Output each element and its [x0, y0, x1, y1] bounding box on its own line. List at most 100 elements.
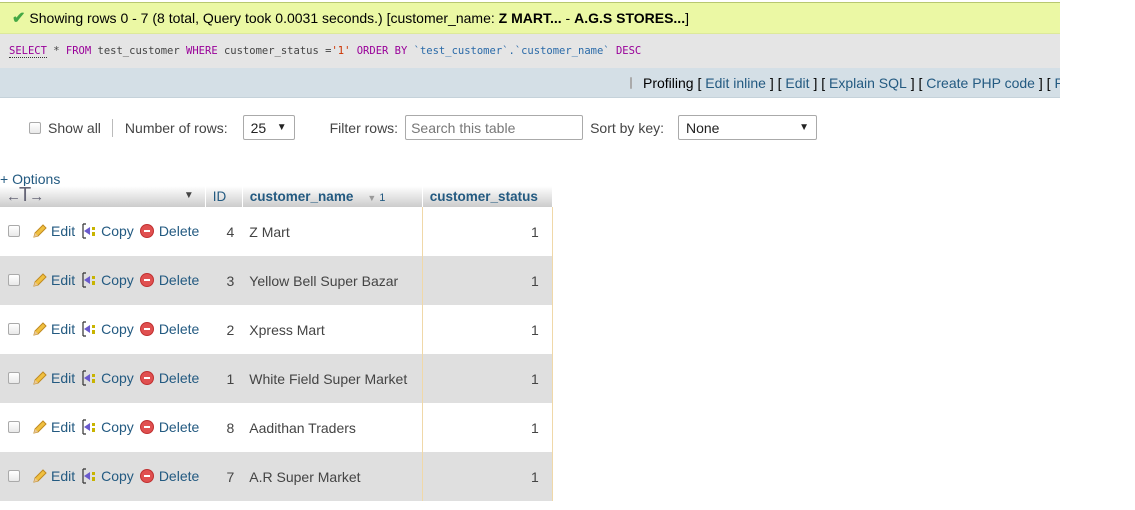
copy-row-button[interactable]: Copy [81, 223, 134, 239]
column-resize-arrows-icon[interactable]: ←T→ [6, 184, 44, 207]
delete-row-button[interactable]: Delete [139, 272, 199, 288]
table-row: Edit Copy Delete 1 White Field Super Mar… [0, 354, 553, 403]
row-actions: Edit Copy Delete [0, 305, 206, 354]
table-header-row: ←T→ ▼ ID customer_name ▼ 1 customer_status [0, 184, 553, 207]
delete-icon [139, 273, 154, 287]
copy-row-button[interactable]: Copy [81, 419, 134, 435]
copy-row-button[interactable]: Copy [81, 468, 134, 484]
cell-customer-name[interactable]: Aadithan Traders [242, 403, 423, 452]
cell-customer-name[interactable]: Xpress Mart [242, 305, 423, 354]
chevron-down-icon: ▼ [799, 122, 809, 133]
copy-row-button[interactable]: Copy [81, 272, 134, 288]
copy-icon [82, 223, 96, 239]
cell-customer-status[interactable]: 1 [421, 452, 553, 501]
edit-inline-link[interactable]: Edit inline [705, 75, 766, 91]
sql-select-keyword[interactable]: SELECT [9, 45, 47, 58]
refresh-link[interactable]: Refresh [1054, 75, 1060, 91]
pencil-icon [33, 371, 47, 385]
row-checkbox[interactable] [8, 470, 20, 482]
cell-customer-name[interactable]: White Field Super Market [242, 354, 423, 403]
edit-row-button[interactable]: Edit [32, 468, 75, 484]
table-row: Edit Copy Delete 7 A.R Super Market 1 [0, 452, 553, 501]
pencil-icon [33, 224, 47, 238]
chevron-down-icon[interactable]: ▼ [184, 190, 194, 201]
pencil-icon [33, 273, 47, 287]
cell-customer-status[interactable]: 1 [421, 354, 553, 403]
filter-rows-input[interactable]: Search this table [405, 115, 584, 140]
delete-icon [139, 322, 154, 336]
explain-sql-link[interactable]: Explain SQL [829, 75, 907, 91]
delete-row-button[interactable]: Delete [139, 223, 199, 239]
delete-row-button[interactable]: Delete [139, 468, 199, 484]
edit-row-button[interactable]: Edit [32, 419, 75, 435]
rows-label: Number of rows: [124, 119, 228, 136]
edit-row-button[interactable]: Edit [32, 272, 75, 288]
filter-label: Filter rows: [329, 119, 399, 136]
cell-id[interactable]: 7 [205, 452, 243, 501]
cell-customer-name[interactable]: Yellow Bell Super Bazar [242, 256, 423, 305]
pencil-icon [33, 469, 47, 483]
row-actions: Edit Copy Delete [0, 403, 206, 452]
row-checkbox[interactable] [8, 274, 20, 286]
pencil-icon [33, 420, 47, 434]
cell-id[interactable]: 1 [205, 354, 243, 403]
cell-id[interactable]: 2 [205, 305, 243, 354]
copy-icon [82, 419, 96, 435]
row-checkbox[interactable] [8, 323, 20, 335]
row-checkbox[interactable] [8, 372, 20, 384]
delete-icon [139, 371, 154, 385]
query-success-message: ✔ Showing rows 0 - 7 (8 total, Query too… [0, 2, 1060, 34]
edit-row-button[interactable]: Edit [32, 370, 75, 386]
delete-row-button[interactable]: Delete [139, 321, 199, 337]
copy-icon [82, 321, 96, 337]
delete-row-button[interactable]: Delete [139, 370, 199, 386]
edit-link[interactable]: Edit [785, 75, 809, 91]
delete-row-button[interactable]: Delete [139, 419, 199, 435]
show-all-checkbox[interactable] [29, 121, 41, 134]
cell-customer-name[interactable]: Z Mart [242, 207, 423, 256]
row-checkbox[interactable] [8, 421, 20, 433]
column-header-id[interactable]: ID [205, 186, 243, 207]
divider [111, 118, 113, 137]
copy-icon [82, 468, 96, 484]
table-row: Edit Copy Delete 4 Z Mart 1 [0, 207, 553, 256]
cell-customer-status[interactable]: 1 [421, 256, 553, 305]
pencil-icon [33, 322, 47, 336]
check-icon: ✔ [12, 10, 26, 27]
success-text: Showing rows 0 - 7 (8 total, Query took … [29, 10, 689, 26]
sort-by-key-label: Sort by key: [590, 119, 664, 136]
cell-id[interactable]: 8 [205, 403, 243, 452]
column-header-customer-status[interactable]: customer_status [422, 186, 553, 207]
cell-customer-status[interactable]: 1 [421, 305, 553, 354]
copy-icon [82, 370, 96, 386]
cell-id[interactable]: 4 [205, 207, 243, 256]
profiling-label: Profiling [643, 74, 694, 91]
cell-customer-status[interactable]: 1 [421, 403, 553, 452]
sort-by-key-select[interactable]: None ▼ [678, 115, 817, 140]
edit-row-button[interactable]: Edit [32, 223, 75, 239]
copy-icon [82, 272, 96, 288]
chevron-down-icon: ▼ [276, 122, 287, 133]
delete-icon [139, 469, 154, 483]
column-header-customer-name[interactable]: customer_name ▼ 1 [242, 186, 423, 207]
profiling-checkbox[interactable] [630, 76, 632, 89]
delete-icon [139, 420, 154, 434]
row-checkbox[interactable] [8, 225, 20, 237]
rows-per-page-select[interactable]: 25 ▼ [242, 115, 295, 140]
table-row: Edit Copy Delete 8 Aadithan Traders 1 [0, 403, 553, 452]
row-actions: Edit Copy Delete [0, 354, 206, 403]
table-row: Edit Copy Delete 3 Yellow Bell Super Baz… [0, 256, 553, 305]
table-row: Edit Copy Delete 2 Xpress Mart 1 [0, 305, 553, 354]
copy-row-button[interactable]: Copy [81, 370, 134, 386]
row-actions: Edit Copy Delete [0, 452, 206, 501]
sort-order-number: 1 [379, 192, 386, 204]
copy-row-button[interactable]: Copy [81, 321, 134, 337]
edit-row-button[interactable]: Edit [32, 321, 75, 337]
actions-header: ←T→ ▼ [0, 184, 206, 207]
cell-id[interactable]: 3 [205, 256, 243, 305]
create-php-code-link[interactable]: Create PHP code [926, 75, 1035, 91]
cell-customer-name[interactable]: A.R Super Market [242, 452, 423, 501]
results-table: ←T→ ▼ ID customer_name ▼ 1 customer_status… [0, 184, 553, 501]
cell-customer-status[interactable]: 1 [421, 207, 553, 256]
sql-query-display: SELECT * FROM test_customer WHERE custom… [0, 34, 1060, 68]
